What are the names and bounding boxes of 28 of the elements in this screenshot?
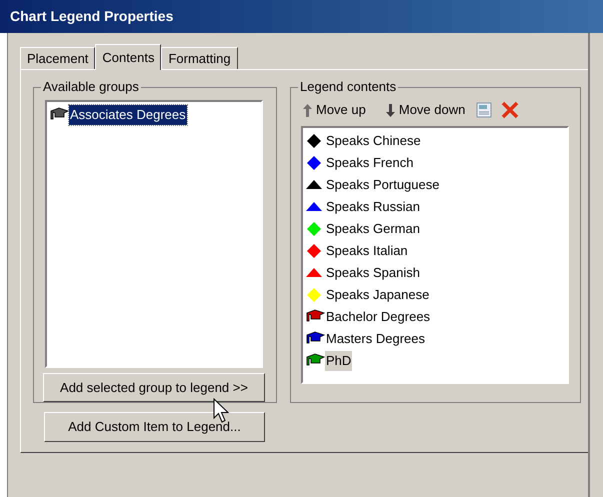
group-title: Legend contents bbox=[298, 79, 398, 95]
delete-icon[interactable] bbox=[501, 101, 520, 119]
add-custom-item-button[interactable]: Add Custom Item to Legend... bbox=[44, 412, 265, 442]
list-item[interactable]: Speaks French bbox=[325, 153, 414, 173]
list-item[interactable]: Speaks Chinese bbox=[325, 131, 422, 151]
list-item[interactable]: Speaks Russian bbox=[325, 197, 421, 217]
tab[interactable]: Placement bbox=[20, 47, 96, 69]
list-item[interactable]: Speaks Spanish bbox=[325, 263, 421, 283]
move-down-button[interactable]: Move down bbox=[384, 100, 468, 120]
list-item[interactable]: Speaks German bbox=[325, 219, 421, 239]
tab[interactable]: Contents bbox=[95, 44, 162, 70]
list-item[interactable]: Associates Degrees bbox=[69, 105, 187, 125]
window-title: Chart Legend Properties bbox=[10, 7, 174, 26]
available-groups-list[interactable]: Associates Degrees bbox=[45, 100, 263, 368]
tab[interactable]: Formatting bbox=[161, 47, 238, 69]
list-item[interactable]: Bachelor Degrees bbox=[325, 307, 432, 327]
down-arrow-icon bbox=[386, 104, 395, 116]
properties-icon[interactable] bbox=[475, 101, 494, 119]
list-item[interactable]: PhD bbox=[325, 351, 352, 371]
move-up-button[interactable]: Move up bbox=[301, 100, 368, 120]
list-item[interactable]: Masters Degrees bbox=[325, 329, 426, 349]
group-title: Available groups bbox=[41, 79, 141, 95]
add-group-button[interactable]: Add selected group to legend >> bbox=[43, 373, 265, 402]
up-arrow-icon bbox=[303, 104, 312, 116]
list-item[interactable]: Speaks Italian bbox=[325, 241, 409, 261]
list-item[interactable]: Speaks Portuguese bbox=[325, 175, 440, 195]
legend-contents-list[interactable]: Speaks Chinese Speaks French Speaks Portuguese Speaks Russian Speaks German Speaks Italian Speaks Spanish Speaks Japanese Bachelor Degrees Masters Degrees PhD bbox=[301, 126, 569, 384]
list-item[interactable]: Speaks Japanese bbox=[325, 285, 430, 305]
